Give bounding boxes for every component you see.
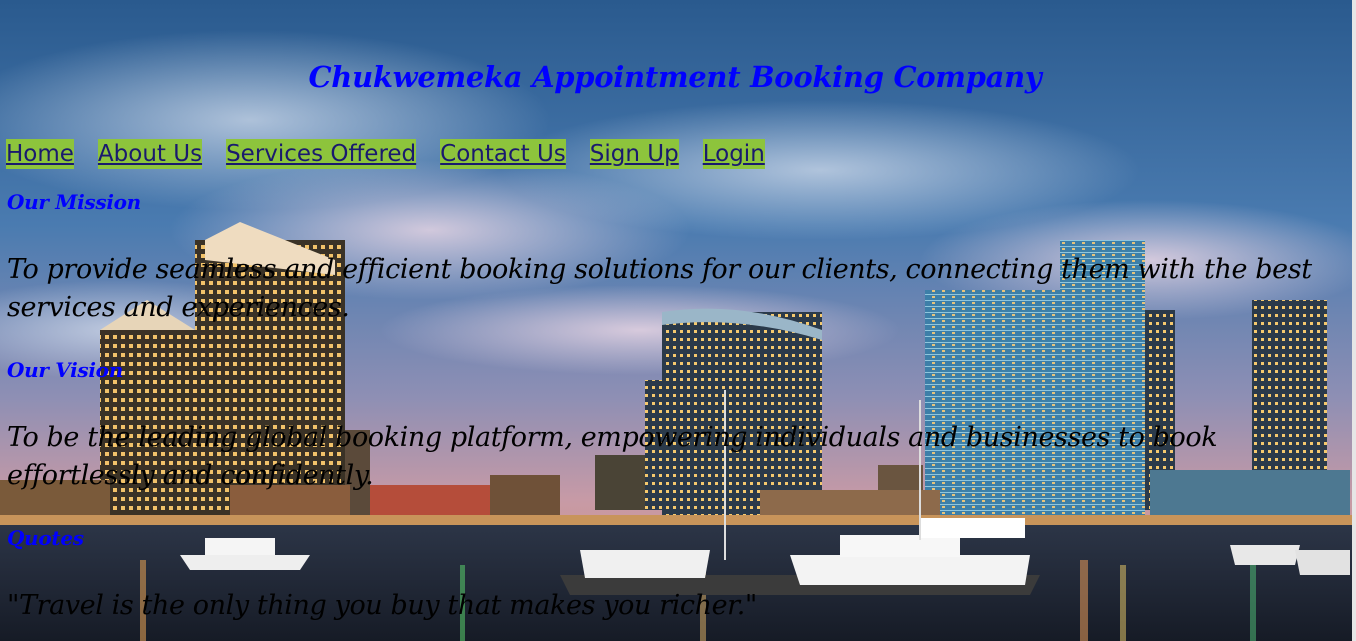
- quotes-heading: Quotes: [7, 526, 84, 550]
- page-content: Chukwemeka Appointment Booking Company H…: [0, 0, 1350, 641]
- nav-contact-us-link[interactable]: Contact Us: [440, 139, 566, 169]
- vision-text: To be the leading global booking platfor…: [7, 422, 1218, 491]
- vision-heading: Our Vision: [7, 358, 123, 382]
- nav-home-link[interactable]: Home: [6, 139, 74, 169]
- nav-about-us-link[interactable]: About Us: [97, 139, 203, 169]
- mission-text: To provide seamless and efficient bookin…: [7, 254, 1312, 323]
- nav-services-offered-link[interactable]: Services Offered: [226, 139, 417, 169]
- page-scrollbar[interactable]: [1352, 0, 1356, 641]
- nav-sign-up-link[interactable]: Sign Up: [589, 139, 679, 169]
- nav-login-link[interactable]: Login: [702, 139, 765, 169]
- site-title: Chukwemeka Appointment Booking Company: [308, 60, 1042, 94]
- mission-heading: Our Mission: [7, 190, 141, 214]
- main-nav: Home About Us Services Offered Contact U…: [6, 139, 765, 169]
- quote-text: "Travel is the only thing you buy that m…: [7, 590, 757, 621]
